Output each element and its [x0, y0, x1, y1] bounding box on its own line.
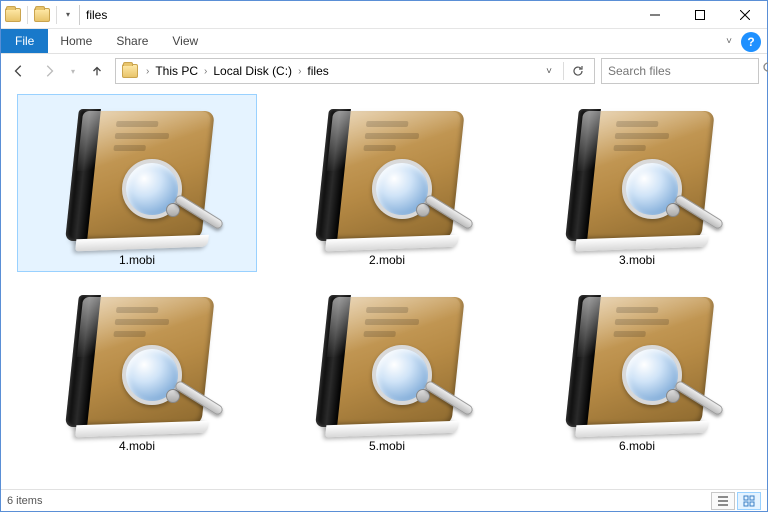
- ribbon-tab-view[interactable]: View: [160, 29, 210, 53]
- file-label: 5.mobi: [369, 439, 405, 453]
- separator: [79, 5, 80, 25]
- breadcrumb-item[interactable]: files: [305, 59, 330, 83]
- forward-button[interactable]: [37, 59, 61, 83]
- mobi-book-icon: [52, 287, 222, 437]
- mobi-book-icon: [552, 101, 722, 251]
- folder-icon: [122, 64, 138, 78]
- file-label: 1.mobi: [119, 253, 155, 267]
- address-history-dropdown[interactable]: ˅: [539, 59, 559, 83]
- search-icon[interactable]: [763, 62, 768, 80]
- breadcrumb-item[interactable]: This PC: [153, 59, 200, 83]
- breadcrumb-item[interactable]: Local Disk (C:): [211, 59, 294, 83]
- chevron-right-icon[interactable]: ›: [200, 66, 211, 77]
- details-view-button[interactable]: [711, 492, 735, 510]
- file-item[interactable]: 4.mobi: [17, 280, 257, 458]
- file-item[interactable]: 6.mobi: [517, 280, 757, 458]
- maximize-button[interactable]: [677, 1, 722, 29]
- refresh-button[interactable]: [568, 59, 588, 83]
- item-count: 6 items: [7, 495, 42, 507]
- file-label: 6.mobi: [619, 439, 655, 453]
- file-item[interactable]: 1.mobi: [17, 94, 257, 272]
- file-label: 4.mobi: [119, 439, 155, 453]
- separator: [27, 6, 28, 24]
- minimize-icon: [650, 10, 660, 20]
- search-input[interactable]: [608, 64, 763, 78]
- mobi-book-icon: [302, 287, 472, 437]
- help-button[interactable]: ?: [741, 32, 761, 52]
- file-tab[interactable]: File: [1, 29, 48, 53]
- separator: [563, 62, 564, 80]
- history-dropdown[interactable]: ▾: [67, 67, 79, 76]
- window-title: files: [86, 8, 107, 22]
- folder-icon[interactable]: [34, 8, 50, 22]
- window-controls: [632, 1, 767, 29]
- separator: [56, 6, 57, 24]
- explorer-window: ▾ files File Home Share View ˅ ?: [0, 0, 768, 512]
- refresh-icon: [572, 65, 584, 77]
- minimize-button[interactable]: [632, 1, 677, 29]
- ribbon-tab-home[interactable]: Home: [48, 29, 104, 53]
- view-toggles: [711, 492, 761, 510]
- address-bar[interactable]: › This PC › Local Disk (C:) › files ˅: [115, 58, 595, 84]
- spacer: [210, 29, 717, 53]
- status-bar: 6 items: [1, 489, 767, 511]
- file-item[interactable]: 3.mobi: [517, 94, 757, 272]
- chevron-right-icon[interactable]: ›: [142, 66, 153, 77]
- mobi-book-icon: [52, 101, 222, 251]
- folder-icon: [5, 8, 21, 22]
- qat-dropdown[interactable]: ▾: [63, 10, 73, 20]
- quick-access-toolbar: ▾: [5, 6, 73, 24]
- file-label: 2.mobi: [369, 253, 405, 267]
- ribbon-expand-button[interactable]: ˅: [717, 29, 741, 53]
- mobi-book-icon: [552, 287, 722, 437]
- file-pane[interactable]: 1.mobi 2.mobi 3.mobi 4.mobi 5.mobi 6.mobi: [1, 88, 767, 489]
- up-button[interactable]: [85, 59, 109, 83]
- navigation-row: ▾ › This PC › Local Disk (C:) › files ˅: [1, 54, 767, 88]
- file-grid: 1.mobi 2.mobi 3.mobi 4.mobi 5.mobi 6.mobi: [17, 94, 757, 458]
- thumbnails-view-button[interactable]: [737, 492, 761, 510]
- file-label: 3.mobi: [619, 253, 655, 267]
- ribbon-tab-share[interactable]: Share: [104, 29, 160, 53]
- ribbon: File Home Share View ˅ ?: [1, 29, 767, 54]
- mobi-book-icon: [302, 101, 472, 251]
- close-icon: [740, 10, 750, 20]
- search-box[interactable]: [601, 58, 759, 84]
- chevron-right-icon[interactable]: ›: [294, 66, 305, 77]
- close-button[interactable]: [722, 1, 767, 29]
- back-button[interactable]: [7, 59, 31, 83]
- titlebar: ▾ files: [1, 1, 767, 29]
- file-item[interactable]: 2.mobi: [267, 94, 507, 272]
- file-item[interactable]: 5.mobi: [267, 280, 507, 458]
- maximize-icon: [695, 10, 705, 20]
